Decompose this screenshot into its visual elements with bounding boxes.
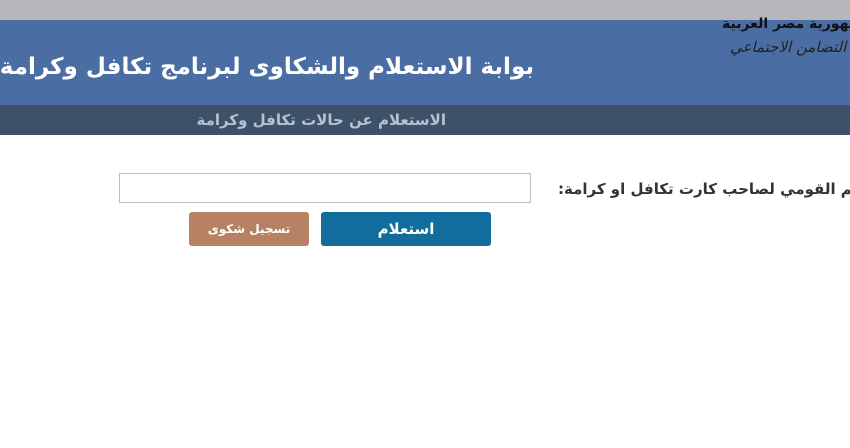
register-complaint-button[interactable]: تسجيل شكوى (189, 212, 309, 246)
logo-country-text: جمهورية مصر العربية (722, 16, 850, 32)
national-id-input[interactable] (119, 173, 531, 203)
sub-navigation-bar: الاستعلام عن حالات تكافل وكرامة (0, 105, 850, 135)
ministry-logo: جمهورية مصر العربية وزارة التضامن الاجتم… (722, 16, 850, 66)
inquiry-button[interactable]: استعلام (321, 212, 491, 246)
portal-title: بوابة الاستعلام والشكاوى لبرنامج تكافل و… (0, 54, 534, 80)
national-id-label: الرقم القومي لصاحب كارت تكافل او كرامة: (558, 180, 850, 198)
logo-ministry-text: وزارة التضامن الاجتماعي (730, 38, 850, 56)
nav-link-inquiry-cases[interactable]: الاستعلام عن حالات تكافل وكرامة (197, 111, 446, 129)
